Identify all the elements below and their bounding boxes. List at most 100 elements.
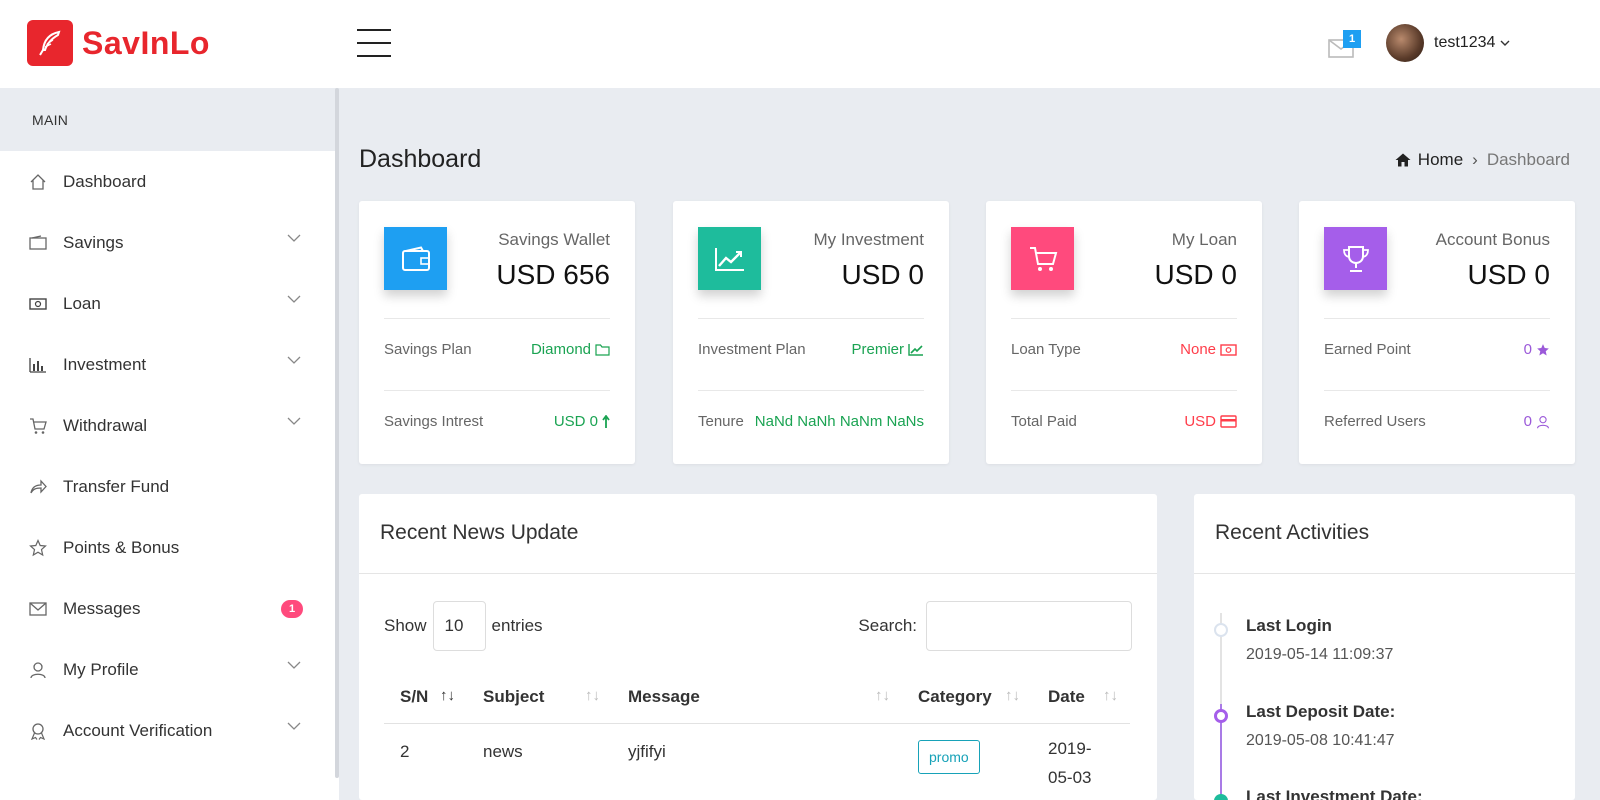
card-label: My Investment: [813, 230, 924, 249]
cell-category: promo: [902, 723, 1032, 793]
sidebar-item-dashboard[interactable]: Dashboard: [0, 151, 339, 212]
row-label: Savings Intrest: [384, 413, 484, 430]
sidebar-item-savings[interactable]: Savings: [0, 212, 339, 273]
my-investment-card: My Investment USD 0 Investment Plan Prem…: [673, 201, 949, 464]
page-title: Dashboard: [359, 145, 482, 173]
entries-select[interactable]: 10: [432, 601, 486, 651]
sort-icon: ↑↓: [1103, 687, 1118, 704]
column-header-category[interactable]: Category ↑↓: [902, 671, 1032, 724]
panel-title: Recent News Update: [380, 521, 579, 544]
sort-icon: ↑↓: [875, 687, 890, 704]
chevron-down-icon: [287, 295, 301, 303]
activity-time: 2019-05-14 11:09:37: [1246, 646, 1394, 663]
row-label: Referred Users: [1324, 413, 1426, 430]
brand[interactable]: SavInLo: [27, 20, 210, 66]
card-label: My Loan: [1171, 230, 1237, 249]
card-label: Savings Wallet: [498, 230, 610, 249]
breadcrumb-home-link[interactable]: Home: [1418, 150, 1463, 170]
column-header-subject[interactable]: Subject ↑↓: [467, 671, 612, 724]
username: test1234: [1434, 34, 1496, 51]
row-value: 0: [1523, 413, 1532, 430]
menu-toggle-icon[interactable]: [357, 28, 391, 58]
divider: [384, 390, 610, 391]
row-label: Earned Point: [1324, 341, 1411, 358]
show-label: Show: [384, 616, 427, 635]
row-value: None: [1180, 341, 1216, 358]
divider: [384, 318, 610, 319]
table-row[interactable]: 2 news yjfifyi promo 2019- 05-03: [384, 723, 1130, 793]
sidebar-item-withdrawal[interactable]: Withdrawal: [0, 395, 339, 456]
top-bar: SavInLo 1 test1234: [0, 0, 1600, 88]
card-row: Total Paid USD: [1011, 413, 1237, 430]
card-value: USD 0: [1467, 259, 1550, 290]
activity-title: Last Deposit Date:: [1246, 702, 1396, 721]
sidebar-item-label: Withdrawal: [63, 415, 148, 435]
row-label: Total Paid: [1011, 413, 1077, 430]
sidebar-item-label: My Profile: [63, 659, 139, 679]
cell-sn: 2: [400, 741, 410, 761]
envelope-icon: [28, 599, 48, 619]
divider: [698, 390, 924, 391]
chevron-down-icon: [287, 661, 301, 669]
arrow-up-icon: [602, 414, 610, 428]
user-menu[interactable]: test1234: [1386, 24, 1510, 62]
sidebar-item-label: Savings: [63, 232, 124, 252]
sidebar-scrollbar[interactable]: [335, 88, 339, 778]
column-header-date[interactable]: Date ↑↓: [1032, 671, 1130, 724]
sidebar-item-my-profile[interactable]: My Profile: [0, 639, 339, 700]
row-label: Savings Plan: [384, 341, 472, 358]
user-icon: [28, 660, 48, 680]
sidebar-item-label: Transfer Fund: [63, 476, 170, 496]
timeline-dot: [1214, 623, 1228, 637]
card-value: USD 0: [1154, 259, 1237, 290]
chevron-down-icon: [287, 722, 301, 730]
column-header-sn[interactable]: S/N ↑↓: [384, 671, 467, 724]
sort-asc-icon: ↑↓: [440, 687, 455, 704]
folder-icon: [595, 343, 610, 356]
row-value: USD: [1184, 413, 1216, 430]
sidebar-item-messages[interactable]: Messages 1: [0, 578, 339, 639]
wallet-icon: [384, 227, 447, 290]
column-header-message[interactable]: Message ↑↓: [612, 671, 902, 724]
card-label: Account Bonus: [1435, 230, 1550, 249]
sidebar-item-points-bonus[interactable]: Points & Bonus: [0, 517, 339, 578]
category-badge: promo: [918, 739, 980, 774]
activity-title: Last Investment Date:: [1246, 787, 1423, 800]
row-label: Tenure: [698, 413, 744, 430]
cell-subject: news: [483, 741, 523, 761]
timeline-dot: [1214, 709, 1228, 723]
cell-message: yjfifyi: [628, 741, 666, 761]
card-row: Savings Plan Diamond: [384, 341, 610, 358]
my-loan-card: My Loan USD 0 Loan Type None Total Paid …: [986, 201, 1262, 464]
sidebar-item-account-verification[interactable]: Account Verification: [0, 700, 339, 761]
cart-icon: [28, 416, 48, 436]
entries-length-control: Show 10 entries: [384, 601, 543, 651]
row-label: Loan Type: [1011, 341, 1081, 358]
cell-date: 2019- 05-03: [1048, 738, 1092, 787]
divider: [1324, 390, 1550, 391]
sidebar-item-label: Messages: [63, 598, 141, 618]
sidebar-item-transfer-fund[interactable]: Transfer Fund: [0, 456, 339, 517]
card-value: USD 0: [841, 259, 924, 290]
user-icon: [1537, 415, 1549, 428]
messages-badge: 1: [281, 600, 303, 618]
search-label: Search:: [858, 616, 917, 635]
breadcrumb-current: Dashboard: [1486, 150, 1570, 169]
card-row: Tenure NaNd NaNh NaNm NaNs: [698, 413, 924, 430]
search-input[interactable]: [926, 601, 1132, 651]
sidebar-item-label: Account Verification: [63, 720, 213, 740]
row-value: NaNd NaNh NaNm NaNs: [754, 413, 924, 430]
card-row: Referred Users 0: [1324, 413, 1550, 430]
cart-icon: [1011, 227, 1074, 290]
sidebar-item-investment[interactable]: Investment: [0, 334, 339, 395]
divider: [1324, 318, 1550, 319]
timeline-dot: [1214, 794, 1228, 800]
sidebar-item-loan[interactable]: Loan: [0, 273, 339, 334]
chevron-down-icon: [287, 417, 301, 425]
card-row: Loan Type None: [1011, 341, 1237, 358]
star-icon: [28, 538, 48, 558]
panel-title: Recent Activities: [1215, 521, 1370, 544]
row-value: USD 0: [553, 413, 598, 430]
entries-label: entries: [491, 616, 543, 635]
money-icon: [28, 294, 48, 314]
